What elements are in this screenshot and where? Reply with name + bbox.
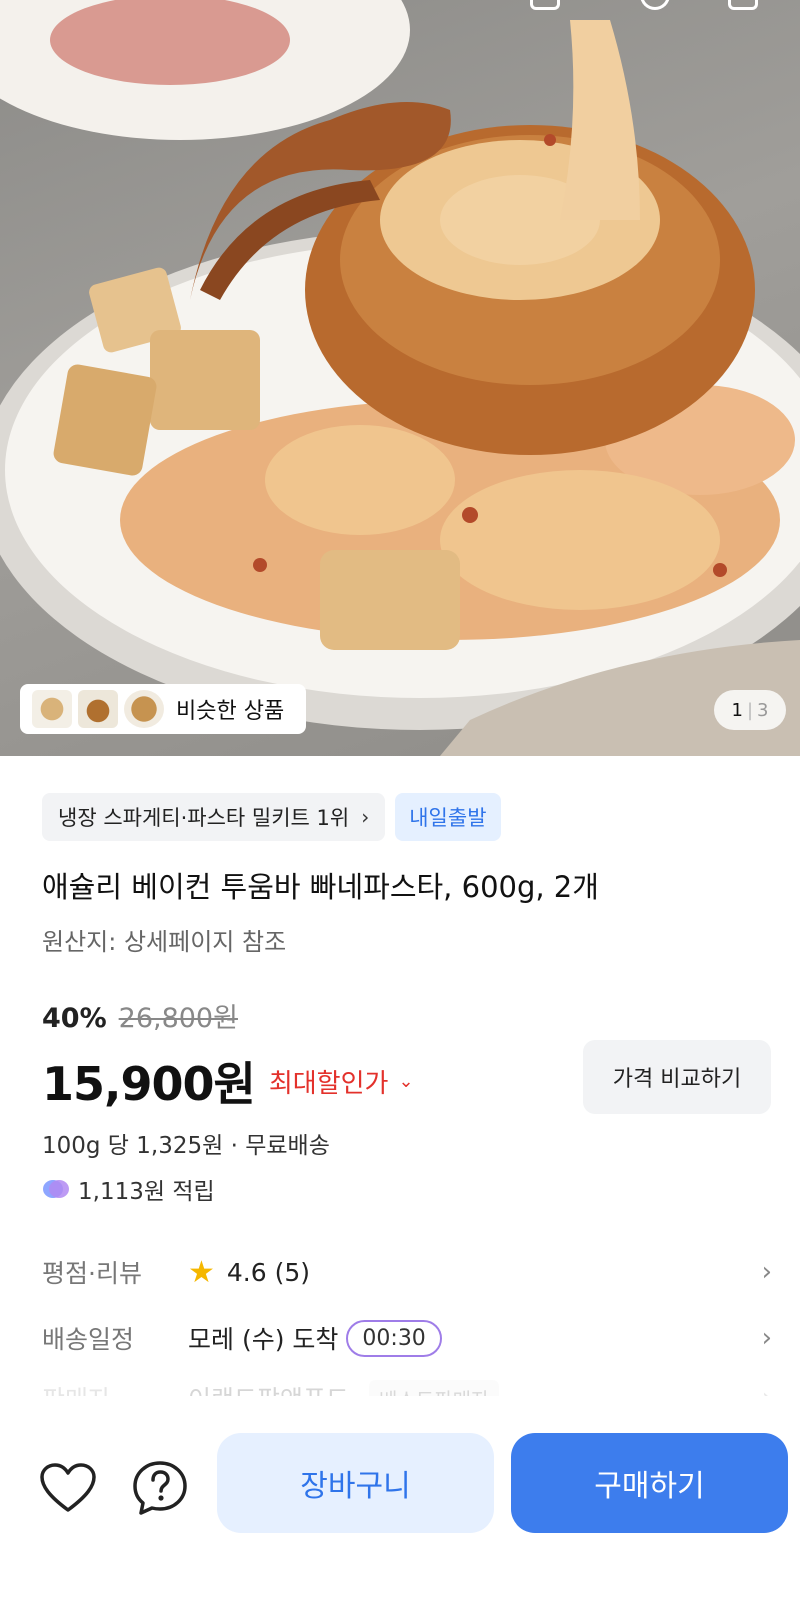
heart-icon <box>40 1463 96 1512</box>
discount-percent: 40% <box>42 1003 107 1034</box>
search-icon[interactable] <box>640 0 670 10</box>
product-tags: 냉장 스파게티·파스타 밀키트 1위 › 내일출발 <box>42 793 501 841</box>
review-score: 4.6 (5) <box>226 1257 311 1287</box>
similar-thumb <box>78 690 118 728</box>
delivery-row[interactable]: 배송일정 모레 (수) 도착 00:30 › <box>42 1316 772 1360</box>
delivery-timer: 00:30 <box>346 1319 442 1357</box>
category-rank-tag[interactable]: 냉장 스파게티·파스타 밀키트 1위 › <box>42 793 386 841</box>
delivery-date: 모레 (수) 도착 <box>188 1325 339 1354</box>
pasta-photo <box>0 0 800 756</box>
similar-products-label: 비슷한 상품 <box>176 699 285 724</box>
original-price: 26,800원 <box>118 1003 238 1034</box>
reward-points: 1,113원 적립 <box>42 1172 215 1206</box>
add-to-cart-button[interactable]: 장바구니 <box>217 1433 494 1533</box>
buy-now-button[interactable]: 구매하기 <box>511 1433 788 1533</box>
cart-icon[interactable] <box>530 0 560 10</box>
discount-info: 40% 26,800원 <box>42 996 238 1035</box>
inquiry-button[interactable] <box>130 1458 190 1518</box>
unit-price-shipping: 100g 당 1,325원 · 무료배송 <box>42 1133 330 1159</box>
max-discount-label: 최대할인가 <box>268 1068 389 1099</box>
review-label: 평점·리뷰 <box>42 1259 142 1288</box>
category-rank-label: 냉장 스파게티·파스타 밀키트 1위 <box>58 806 350 830</box>
buy-now-label: 구매하기 <box>594 1469 705 1504</box>
shipping-tag-label: 내일출발 <box>409 806 487 830</box>
chevron-down-icon: ⌄ <box>398 1070 414 1092</box>
product-image[interactable]: 비슷한 상품 1 | 3 <box>0 0 800 756</box>
chevron-right-icon: › <box>761 1257 772 1287</box>
pager-current: 1 <box>731 699 743 721</box>
image-pager: 1 | 3 <box>714 690 786 730</box>
add-to-cart-label: 장바구니 <box>300 1469 411 1504</box>
similar-thumb <box>32 690 72 728</box>
home-icon[interactable] <box>728 0 758 10</box>
review-value: ★ 4.6 (5) <box>188 1255 310 1290</box>
chevron-right-icon: › <box>361 805 370 829</box>
points-gem-icon <box>43 1180 69 1198</box>
product-origin: 원산지: 상세페이지 참조 <box>42 928 287 956</box>
delivery-value: 모레 (수) 도착 00:30 <box>188 1319 442 1357</box>
wishlist-button[interactable] <box>38 1458 98 1518</box>
product-title: 애슐리 베이컨 투움바 빠네파스타, 600g, 2개 <box>42 870 599 904</box>
question-icon <box>133 1461 187 1515</box>
similar-thumb <box>124 690 164 728</box>
price-compare-button[interactable]: 가격 비교하기 <box>583 1040 771 1114</box>
price-row: 15,900원 최대할인가 ⌄ <box>42 1048 414 1114</box>
delivery-label: 배송일정 <box>42 1325 135 1354</box>
sale-price: 15,900원 <box>42 1057 256 1111</box>
pager-total: 3 <box>757 699 769 721</box>
chevron-right-icon: › <box>761 1323 772 1353</box>
top-nav-icons <box>0 0 800 10</box>
shipping-tag: 내일출발 <box>395 793 501 841</box>
star-icon: ★ <box>188 1254 215 1290</box>
price-compare-label: 가격 비교하기 <box>612 1067 742 1092</box>
reward-points-label: 1,113원 적립 <box>78 1179 215 1205</box>
max-discount-toggle[interactable]: 최대할인가 ⌄ <box>269 1063 414 1100</box>
review-row[interactable]: 평점·리뷰 ★ 4.6 (5) › <box>42 1250 772 1294</box>
similar-products-button[interactable]: 비슷한 상품 <box>20 684 306 734</box>
pager-separator: | <box>746 699 754 721</box>
